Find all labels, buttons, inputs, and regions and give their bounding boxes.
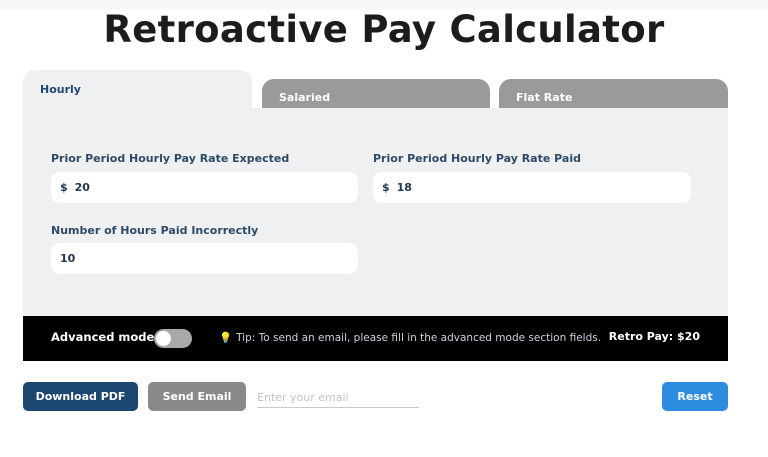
expected-rate-value: 20 bbox=[74, 181, 90, 194]
paid-rate-label: Prior Period Hourly Pay Rate Paid bbox=[373, 152, 581, 165]
paid-rate-currency: $ bbox=[382, 181, 390, 194]
expected-rate-label: Prior Period Hourly Pay Rate Expected bbox=[51, 152, 290, 165]
tab-hourly[interactable]: Hourly bbox=[23, 70, 252, 110]
retro-pay-result: Retro Pay: $20 bbox=[608, 330, 700, 343]
page-title: Retroactive Pay Calculator bbox=[103, 8, 665, 51]
paid-rate-value: 18 bbox=[396, 181, 412, 194]
tip-text: Tip: To send an email, please fill in th… bbox=[236, 332, 602, 344]
reset-button[interactable]: Reset bbox=[662, 382, 728, 411]
download-pdf-button[interactable]: Download PDF bbox=[23, 382, 138, 411]
tab-salaried[interactable]: Salaried bbox=[262, 79, 490, 110]
advanced-mode-label: Advanced mode bbox=[51, 330, 155, 344]
paid-rate-field[interactable]: $ 18 bbox=[373, 172, 691, 203]
calculator-panel: Prior Period Hourly Pay Rate Expected $ … bbox=[23, 108, 728, 316]
tab-flat-rate[interactable]: Flat Rate bbox=[499, 79, 728, 110]
hours-label: Number of Hours Paid Incorrectly bbox=[51, 224, 259, 237]
send-email-button[interactable]: Send Email bbox=[148, 382, 246, 411]
expected-rate-currency: $ bbox=[60, 181, 68, 194]
advanced-mode-toggle[interactable] bbox=[154, 329, 192, 348]
advanced-mode-bar: Advanced mode 💡 Tip: To send an email, pl… bbox=[23, 316, 728, 361]
email-input[interactable] bbox=[257, 387, 419, 408]
lightbulb-icon: 💡 bbox=[219, 332, 233, 344]
hours-field[interactable]: 10 bbox=[51, 243, 358, 274]
tip-text-container: 💡 Tip: To send an email, please fill in t… bbox=[219, 331, 601, 344]
hours-value: 10 bbox=[60, 252, 76, 265]
toggle-knob bbox=[156, 331, 171, 346]
expected-rate-field[interactable]: $ 20 bbox=[51, 172, 358, 203]
